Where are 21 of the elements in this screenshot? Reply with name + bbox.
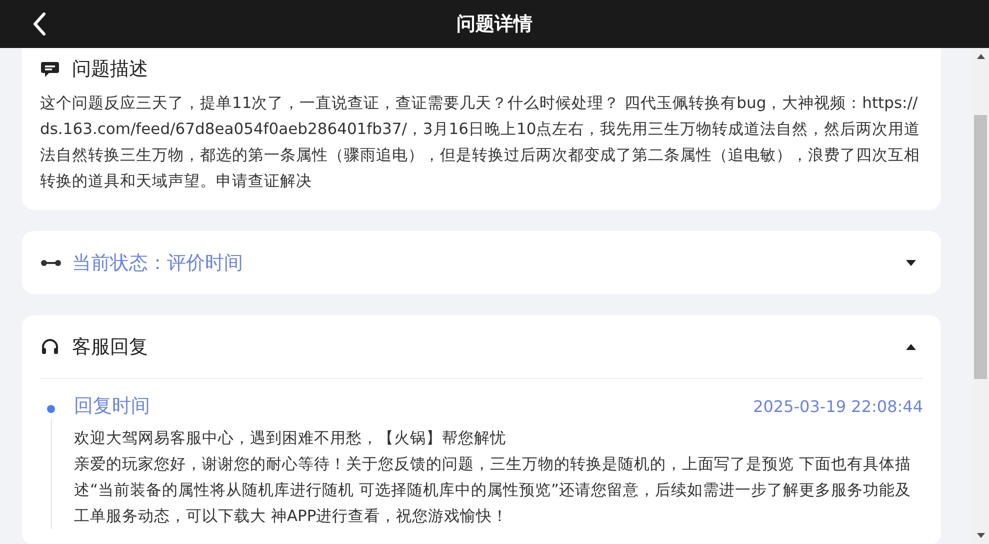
caret-icon[interactable] — [905, 258, 917, 266]
headset-icon — [40, 336, 60, 356]
progress-icon — [40, 258, 62, 266]
scrollbar[interactable] — [972, 48, 989, 544]
reply-text: 亲爱的玩家您好，谢谢您的耐心等待！关于您反馈的问题，三生万物的转换是随机的，上面写了是预览 下面也有具体描述“当前装备的属性将从随机库进行随机 可选择随机库中的属性预览”还请您留意，后续如需进一步了解更多服务功能及工单服务动态，可以下载大 神APP进行查看，祝您游戏愉快！ — [74, 454, 912, 527]
message-icon — [40, 59, 60, 79]
back-icon[interactable] — [32, 12, 46, 36]
reply-text: 欢迎大驾网易客服中心，遇到困难不用愁，【火锅】帮您解忧 — [74, 428, 507, 449]
page-title: 问题详情 — [456, 12, 532, 37]
scroll-down-icon[interactable] — [976, 533, 984, 538]
status-card[interactable]: 当前状态：评价时间 — [22, 231, 941, 294]
scrollbar-thumb[interactable] — [974, 115, 987, 379]
reply-timestamp: 2025-03-19 22:08:44 — [753, 396, 923, 416]
scroll-up-icon[interactable] — [976, 54, 984, 59]
timeline-dot — [47, 405, 55, 413]
description-text: 这个问题反应三天了，提单11次了，一直说查证，查证需要几天？什么时候处理？ 四代玉佩转换有bug，大神视频：https://ds.163.com/feed/67d8ea054f0aeb286401fb37/，3月16日晚上10点左右，我先用三生万物转成道法自然，然后两次用道法自然转换三生万物，都选的第一条属性（骤雨追电），但是转换过后两次都变成了第二条属性（追电敏），浪费了四次互相转换的道具和天域声望。申请查证解决 — [40, 93, 922, 192]
section-title: 客服回复 — [72, 334, 149, 360]
reply-time-label: 回复时间 — [74, 394, 150, 419]
status-text: 当前状态：评价时间 — [72, 250, 244, 276]
section-title: 问题描述 — [72, 57, 148, 82]
caret-icon[interactable] — [905, 342, 917, 350]
